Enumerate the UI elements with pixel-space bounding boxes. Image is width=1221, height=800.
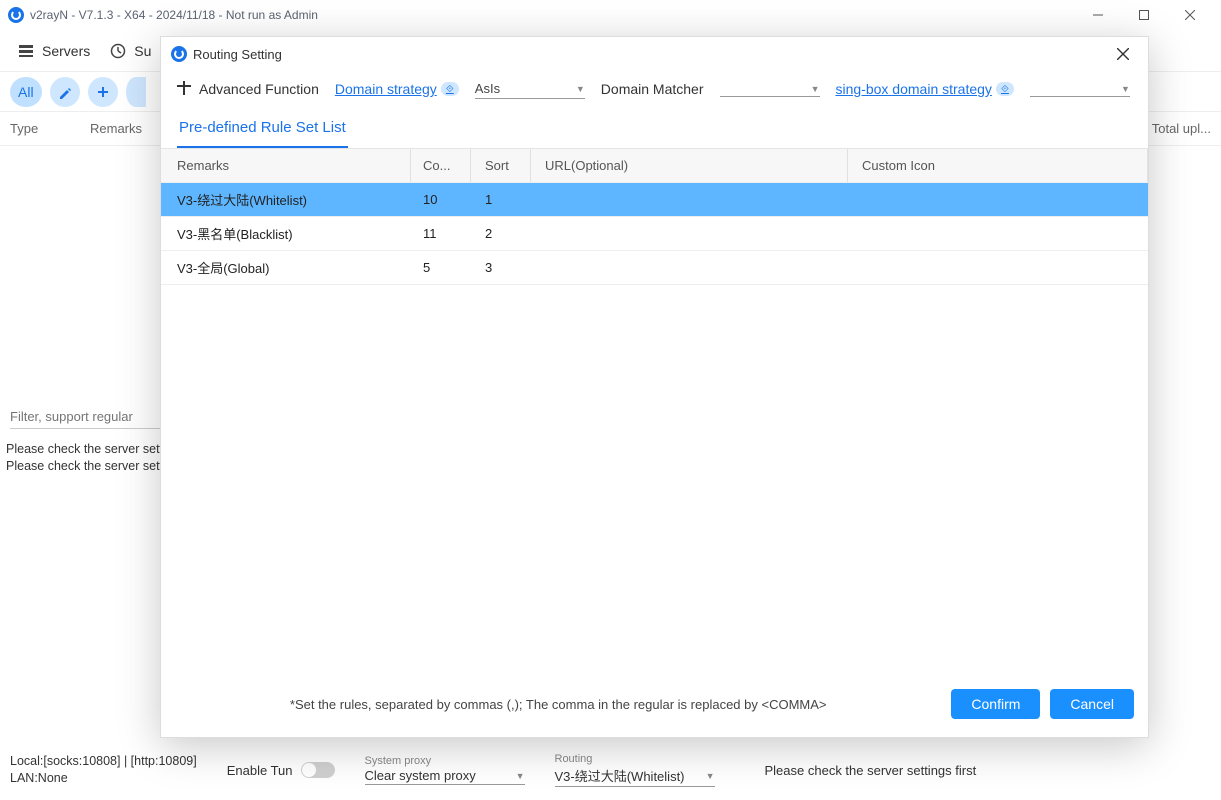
singbox-strategy-link[interactable]: sing-box domain strategy ⟐: [836, 81, 1014, 97]
edit-chip[interactable]: [50, 77, 80, 107]
system-proxy-label: System proxy: [365, 755, 525, 767]
function-row: Advanced Function Domain strategy ⟐ AsIs…: [161, 71, 1148, 109]
th-co[interactable]: Co...: [411, 149, 471, 182]
enable-tun: Enable Tun: [227, 762, 335, 778]
chevron-down-icon: ▼: [706, 771, 715, 781]
domain-matcher-select[interactable]: ▼: [720, 82, 820, 97]
local-info: Local:[socks:10808] | [http:10809] LAN:N…: [10, 753, 197, 788]
singbox-strategy-select[interactable]: ▼: [1030, 82, 1130, 97]
table-row[interactable]: V3-绕过大陆(Whitelist) 10 1: [161, 183, 1148, 217]
servers-label: Servers: [42, 43, 90, 59]
enable-tun-label: Enable Tun: [227, 763, 293, 778]
chevron-down-icon: ▼: [811, 84, 820, 94]
th-url[interactable]: URL(Optional): [531, 149, 848, 182]
su-label: Su: [134, 43, 151, 59]
domain-strategy-link[interactable]: Domain strategy ⟐: [335, 81, 459, 97]
system-proxy-value: Clear system proxy: [365, 768, 476, 783]
domain-matcher-label: Domain Matcher: [601, 81, 704, 97]
main-titlebar: v2rayN - V7.1.3 - X64 - 2024/11/18 - Not…: [0, 0, 1221, 30]
chevron-down-icon: ▼: [516, 771, 525, 781]
cell-remarks: V3-绕过大陆(Whitelist): [161, 190, 411, 209]
su-menu[interactable]: Su: [110, 43, 151, 59]
local-line2: LAN:None: [10, 770, 197, 788]
status-message: Please check the server settings first: [765, 763, 977, 778]
servers-menu[interactable]: Servers: [18, 43, 90, 59]
enable-tun-toggle[interactable]: [301, 762, 335, 778]
local-line1: Local:[socks:10808] | [http:10809]: [10, 753, 197, 771]
dialog-footer: *Set the rules, separated by commas (,);…: [161, 679, 1148, 737]
dialog-title: Routing Setting: [193, 47, 282, 62]
table-row[interactable]: V3-全局(Global) 5 3: [161, 251, 1148, 285]
ruleset-table-header: Remarks Co... Sort URL(Optional) Custom …: [161, 149, 1148, 183]
confirm-button[interactable]: Confirm: [951, 689, 1040, 719]
cancel-button[interactable]: Cancel: [1050, 689, 1134, 719]
advanced-label: Advanced Function: [199, 81, 319, 97]
cell-sort: 3: [471, 260, 531, 275]
th-custom-icon[interactable]: Custom Icon: [848, 149, 1148, 182]
cell-co: 5: [411, 260, 471, 275]
tab-predefined-ruleset[interactable]: Pre-defined Rule Set List: [177, 109, 348, 148]
ruleset-table: Remarks Co... Sort URL(Optional) Custom …: [161, 149, 1148, 679]
table-row[interactable]: V3-黑名单(Blacklist) 11 2: [161, 217, 1148, 251]
add-chip[interactable]: [88, 77, 118, 107]
clock-icon: [110, 43, 126, 59]
link-icon: ⟐: [441, 82, 459, 96]
th-sort[interactable]: Sort: [471, 149, 531, 182]
col-total-upl[interactable]: Total upl...: [1141, 121, 1221, 136]
dialog-logo-icon: [171, 46, 187, 62]
dialog-close-button[interactable]: [1108, 39, 1138, 69]
link-icon: ⟐: [996, 82, 1014, 96]
close-button[interactable]: [1167, 0, 1213, 30]
cell-remarks: V3-全局(Global): [161, 258, 411, 277]
cell-sort: 2: [471, 226, 531, 241]
th-remarks[interactable]: Remarks: [161, 149, 411, 182]
dialog-tabs: Pre-defined Rule Set List: [161, 109, 1148, 149]
filter-input[interactable]: [10, 405, 170, 429]
extra-chip[interactable]: [126, 77, 146, 107]
dialog-titlebar: Routing Setting: [161, 37, 1148, 71]
filter-chip-all[interactable]: All: [10, 77, 42, 107]
advanced-function[interactable]: Advanced Function: [177, 81, 319, 98]
routing-value: V3-绕过大陆(Whitelist): [555, 766, 685, 785]
domain-strategy-value: AsIs: [475, 81, 500, 96]
domain-strategy-label: Domain strategy: [335, 81, 437, 97]
maximize-button[interactable]: [1121, 0, 1167, 30]
minimize-button[interactable]: [1075, 0, 1121, 30]
window-title: v2rayN - V7.1.3 - X64 - 2024/11/18 - Not…: [30, 8, 318, 22]
cell-sort: 1: [471, 192, 531, 207]
servers-icon: [18, 43, 34, 59]
routing-label: Routing: [555, 753, 715, 765]
domain-strategy-select[interactable]: AsIs ▼: [475, 79, 585, 99]
statusbar: Local:[socks:10808] | [http:10809] LAN:N…: [0, 740, 1221, 800]
chevron-down-icon: ▼: [1121, 84, 1130, 94]
app-logo-icon: [8, 7, 24, 23]
footer-hint: *Set the rules, separated by commas (,);…: [175, 697, 941, 712]
singbox-label: sing-box domain strategy: [836, 81, 992, 97]
col-type[interactable]: Type: [0, 121, 80, 136]
cell-co: 11: [411, 226, 471, 241]
cell-remarks: V3-黑名单(Blacklist): [161, 224, 411, 243]
routing-combo[interactable]: Routing V3-绕过大陆(Whitelist) ▼: [555, 753, 715, 787]
routing-setting-dialog: Routing Setting Advanced Function Domain…: [160, 36, 1149, 738]
system-proxy-combo[interactable]: System proxy Clear system proxy ▼: [365, 755, 525, 785]
chevron-down-icon: ▼: [576, 84, 585, 94]
cell-co: 10: [411, 192, 471, 207]
advanced-icon: [177, 81, 191, 98]
